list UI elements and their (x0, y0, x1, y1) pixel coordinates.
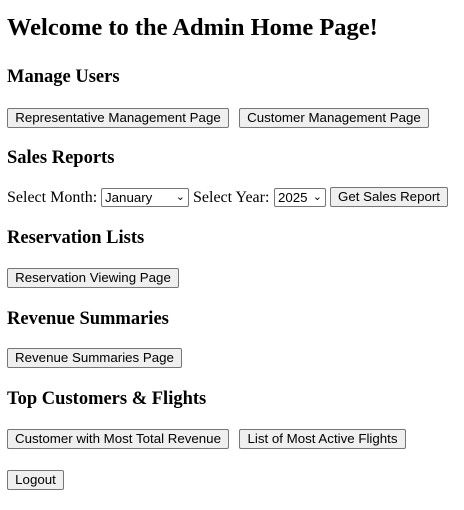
revenue-summaries-heading: Revenue Summaries (7, 309, 169, 329)
top-customers-heading: Top Customers & Flights (7, 389, 207, 409)
select-year-label: Select Year: (193, 189, 270, 206)
reservation-lists-heading: Reservation Lists (7, 228, 145, 248)
month-select-value: January (105, 190, 153, 205)
year-select[interactable]: 2025 ⌄ (274, 188, 326, 207)
reservation-viewing-button[interactable]: Reservation Viewing Page (7, 268, 179, 288)
year-select-value: 2025 (278, 190, 308, 205)
month-select[interactable]: January ⌄ (101, 188, 189, 207)
select-month-label: Select Month: (7, 189, 98, 206)
revenue-summaries-button[interactable]: Revenue Summaries Page (7, 348, 182, 368)
most-active-flights-button[interactable]: List of Most Active Flights (239, 429, 406, 449)
customer-management-button[interactable]: Customer Management Page (239, 108, 429, 128)
manage-users-heading: Manage Users (7, 67, 120, 87)
chevron-down-icon: ⌄ (175, 191, 185, 203)
chevron-down-icon: ⌄ (312, 191, 322, 203)
page-title: Welcome to the Admin Home Page! (7, 14, 378, 41)
logout-button[interactable]: Logout (7, 470, 64, 490)
sales-reports-heading: Sales Reports (7, 148, 115, 168)
representative-management-button[interactable]: Representative Management Page (7, 108, 229, 128)
customer-most-revenue-button[interactable]: Customer with Most Total Revenue (7, 429, 229, 449)
get-sales-report-button[interactable]: Get Sales Report (330, 187, 448, 207)
